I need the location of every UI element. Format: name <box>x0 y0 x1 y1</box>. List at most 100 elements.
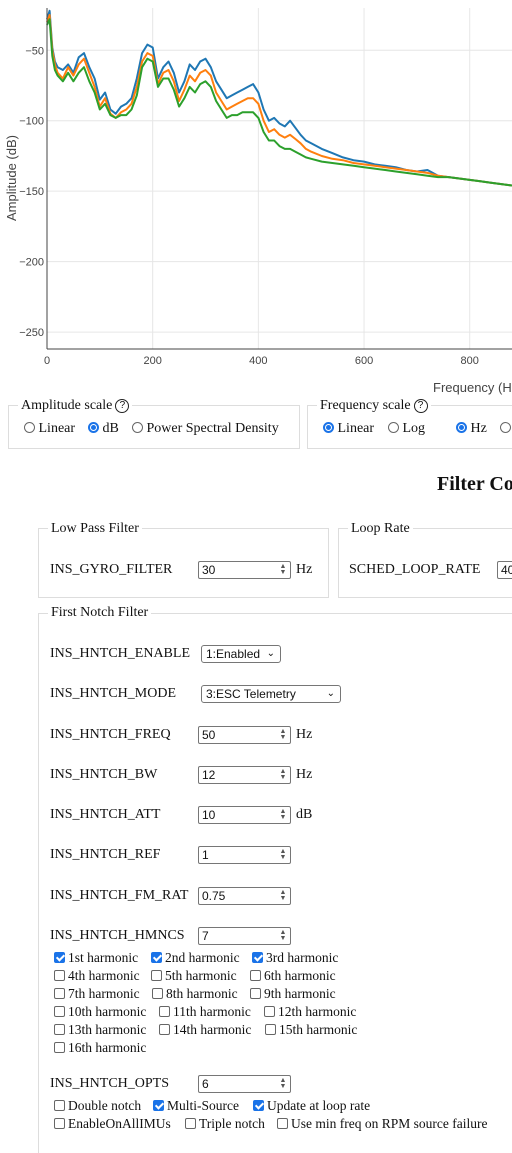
spinner-icon[interactable]: ▲ ▼ <box>278 768 288 781</box>
checkbox-checked-icon[interactable] <box>252 952 263 963</box>
x-tick-label: 600 <box>355 355 373 367</box>
y-tick-label: −200 <box>19 257 44 269</box>
harmonic-5-checkbox[interactable]: 5th harmonic <box>151 968 237 984</box>
double-notch-checkbox[interactable]: Double notch <box>54 1098 141 1114</box>
spinner-icon[interactable]: ▲ ▼ <box>278 848 288 861</box>
y-tick-label: −250 <box>19 327 44 339</box>
radio-checked-icon[interactable] <box>456 422 467 433</box>
harmonic-3-checkbox[interactable]: 3rd harmonic <box>252 950 338 966</box>
update-at-loop-rate-checkbox[interactable]: Update at loop rate <box>253 1098 370 1114</box>
harmonic-1-checkbox[interactable]: 1st harmonic <box>54 950 138 966</box>
chevron-down-icon: ⌄ <box>326 688 335 699</box>
radio-unchecked-icon[interactable] <box>388 422 399 433</box>
amp-linear-option[interactable]: Linear <box>24 421 75 437</box>
ins-hntch-opts-input[interactable]: 6 ▲ ▼ <box>198 1075 291 1093</box>
checkbox-icon[interactable] <box>250 970 261 981</box>
ins-hntch-fm-rat-input[interactable]: 0.75 ▲ ▼ <box>198 887 291 905</box>
radio-unchecked-icon[interactable] <box>500 422 511 433</box>
triple-notch-checkbox[interactable]: Triple notch <box>185 1116 265 1132</box>
ins-hntch-freq-input[interactable]: 50 ▲ ▼ <box>198 726 291 744</box>
ins-hntch-att-label: INS_HNTCH_ATT <box>50 807 161 822</box>
spinner-icon[interactable]: ▲ ▼ <box>278 889 288 902</box>
radio-checked-icon[interactable] <box>323 422 334 433</box>
harmonic-4-checkbox[interactable]: 4th harmonic <box>54 968 140 984</box>
freq-hz-option[interactable]: Hz <box>456 421 487 437</box>
ins-hntch-hmncs-input[interactable]: 7 ▲ ▼ <box>198 927 291 945</box>
freq-unit2-option[interactable] <box>500 421 511 437</box>
harmonic-9-checkbox[interactable]: 9th harmonic <box>250 986 336 1002</box>
amp-db-option[interactable]: dB <box>88 421 119 437</box>
checkbox-checked-icon[interactable] <box>253 1100 264 1111</box>
checkbox-checked-icon[interactable] <box>153 1100 164 1111</box>
spinner-icon[interactable]: ▲ ▼ <box>278 808 288 821</box>
spinner-icon[interactable]: ▲ ▼ <box>278 929 288 942</box>
radio-unchecked-icon[interactable] <box>24 422 35 433</box>
radio-checked-icon[interactable] <box>88 422 99 433</box>
ins-gyro-filter-input[interactable]: 30 ▲ ▼ <box>198 561 291 579</box>
checkbox-icon[interactable] <box>54 988 65 999</box>
help-icon[interactable]: ? <box>115 399 130 413</box>
radio-unchecked-icon[interactable] <box>132 422 143 433</box>
harmonic-12-checkbox[interactable]: 12th harmonic <box>264 1004 356 1020</box>
ins-hntch-att-input[interactable]: 10 ▲ ▼ <box>198 806 291 824</box>
harmonic-8-checkbox[interactable]: 8th harmonic <box>152 986 238 1002</box>
checkbox-icon[interactable] <box>265 1024 276 1035</box>
x-tick-label: 200 <box>144 355 162 367</box>
checkbox-icon[interactable] <box>54 1042 65 1053</box>
checkbox-icon[interactable] <box>152 988 163 999</box>
checkbox-icon[interactable] <box>54 1024 65 1035</box>
checkbox-icon[interactable] <box>277 1118 288 1129</box>
ins-hntch-ref-input[interactable]: 1 ▲ ▼ <box>198 846 291 864</box>
checkbox-icon[interactable] <box>54 970 65 981</box>
enable-on-all-imus-checkbox[interactable]: EnableOnAllIMUs <box>54 1116 171 1132</box>
frequency-scale-legend: Frequency scale? <box>317 398 431 414</box>
checkbox-checked-icon[interactable] <box>151 952 162 963</box>
series-line-1 <box>46 9 512 187</box>
harmonic-6-checkbox[interactable]: 6th harmonic <box>250 968 336 984</box>
section-title: Filter Co <box>437 473 512 495</box>
checkbox-icon[interactable] <box>159 1006 170 1017</box>
harmonic-16-checkbox[interactable]: 16th harmonic <box>54 1040 146 1056</box>
spinner-icon[interactable]: ▲ ▼ <box>278 1077 288 1090</box>
sched-loop-rate-input[interactable]: 40 <box>497 561 512 579</box>
sched-loop-rate-label: SCHED_LOOP_RATE <box>349 562 481 577</box>
ins-hntch-fm-rat-label: INS_HNTCH_FM_RAT <box>50 888 189 903</box>
unit-label: dB <box>296 807 313 822</box>
checkbox-icon[interactable] <box>54 1100 65 1111</box>
ins-hntch-mode-label: INS_HNTCH_MODE <box>50 686 176 701</box>
harmonic-14-checkbox[interactable]: 14th harmonic <box>159 1022 251 1038</box>
checkbox-checked-icon[interactable] <box>54 952 65 963</box>
freq-log-option[interactable]: Log <box>388 421 425 437</box>
checkbox-icon[interactable] <box>54 1118 65 1129</box>
freq-linear-label: Linear <box>337 421 375 436</box>
checkbox-icon[interactable] <box>54 1006 65 1017</box>
multi-source-checkbox[interactable]: Multi-Source <box>153 1098 239 1114</box>
checkbox-icon[interactable] <box>250 988 261 999</box>
harmonic-15-checkbox[interactable]: 15th harmonic <box>265 1022 357 1038</box>
amp-psd-option[interactable]: Power Spectral Density <box>132 421 279 437</box>
use-min-freq-checkbox[interactable]: Use min freq on RPM source failure <box>277 1116 487 1132</box>
checkbox-icon[interactable] <box>264 1006 275 1017</box>
freq-linear-option[interactable]: Linear <box>323 421 374 437</box>
checkbox-icon[interactable] <box>159 1024 170 1035</box>
frequency-spectrum-chart: 0 200 400 600 800 −50 −100 −150 −200 −250 Amplitu… <box>4 8 512 395</box>
checkbox-icon[interactable] <box>151 970 162 981</box>
harmonic-11-checkbox[interactable]: 11th harmonic <box>159 1004 251 1020</box>
harmonic-7-checkbox[interactable]: 7th harmonic <box>54 986 140 1002</box>
x-tick-label: 800 <box>461 355 479 367</box>
ins-hntch-bw-input[interactable]: 12 ▲ ▼ <box>198 766 291 784</box>
chevron-down-icon: ⌄ <box>266 648 275 659</box>
ins-gyro-filter-label: INS_GYRO_FILTER <box>50 562 173 577</box>
ins-hntch-enable-select[interactable]: 1:Enabled ⌄ <box>201 645 281 663</box>
ins-hntch-hmncs-label: INS_HNTCH_HMNCS <box>50 928 185 943</box>
harmonic-2-checkbox[interactable]: 2nd harmonic <box>151 950 240 966</box>
help-icon[interactable]: ? <box>413 399 428 413</box>
harmonic-13-checkbox[interactable]: 13th harmonic <box>54 1022 146 1038</box>
ins-hntch-mode-select[interactable]: 3:ESC Telemetry ⌄ <box>201 685 341 703</box>
harmonic-10-checkbox[interactable]: 10th harmonic <box>54 1004 146 1020</box>
spinner-icon[interactable]: ▲ ▼ <box>278 563 288 576</box>
unit-label: Hz <box>296 767 313 782</box>
y-tick-label: −150 <box>19 186 44 198</box>
checkbox-icon[interactable] <box>185 1118 196 1129</box>
spinner-icon[interactable]: ▲ ▼ <box>278 728 288 741</box>
